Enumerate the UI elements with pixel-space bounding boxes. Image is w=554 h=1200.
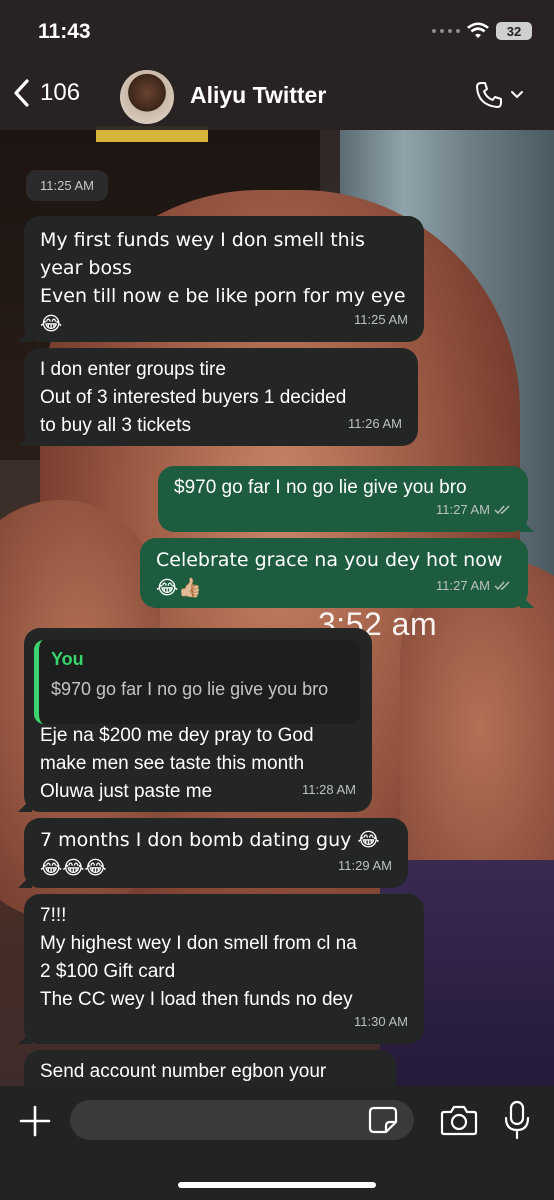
chat-header: 11:43 32 106 Aliyu Twitter bbox=[0, 0, 554, 130]
message-bubble-incoming[interactable]: 7 months I don bomb dating guy 😂 😂😂😂 11:… bbox=[18, 818, 408, 888]
message-time: 11:25 AM bbox=[354, 312, 408, 327]
contact-name[interactable]: Aliyu Twitter bbox=[190, 82, 326, 109]
call-button[interactable] bbox=[474, 80, 524, 110]
status-icons: 32 bbox=[432, 22, 532, 40]
home-indicator bbox=[178, 1182, 376, 1188]
chevron-left-icon bbox=[14, 79, 29, 107]
message-time: 11:30 AM bbox=[354, 1014, 408, 1029]
message-bubble-incoming[interactable]: My first funds wey I don smell this year… bbox=[18, 216, 424, 342]
message-time: 11:29 AM bbox=[338, 858, 392, 873]
camera-icon[interactable] bbox=[440, 1104, 478, 1136]
plus-icon[interactable] bbox=[18, 1104, 52, 1138]
message-bubble-outgoing[interactable]: Celebrate grace na you dey hot now 😂👍🏼 1… bbox=[140, 538, 534, 608]
mic-icon[interactable] bbox=[502, 1100, 532, 1140]
message-time: 11:28 AM bbox=[302, 782, 356, 797]
message-text: Eje na $200 me dey pray to God make men … bbox=[40, 725, 314, 802]
wifi-icon bbox=[467, 22, 489, 38]
signal-dots-icon bbox=[432, 29, 460, 33]
contact-avatar[interactable] bbox=[120, 70, 174, 124]
message-input[interactable] bbox=[70, 1100, 414, 1140]
message-bubble-incoming[interactable]: 7!!! My highest wey I don smell from cl … bbox=[18, 894, 424, 1044]
double-check-icon bbox=[494, 581, 510, 591]
phone-icon bbox=[476, 82, 502, 108]
message-time: 11:26 AM bbox=[348, 416, 402, 431]
double-check-icon bbox=[494, 505, 510, 515]
date-chip: 11:25 AM bbox=[26, 170, 108, 201]
message-bubble-incoming[interactable]: I don enter groups tire Out of 3 interes… bbox=[18, 348, 418, 446]
sticker-icon[interactable] bbox=[368, 1106, 398, 1134]
message-bubble-outgoing[interactable]: $970 go far I no go lie give you bro 11:… bbox=[158, 466, 534, 532]
quoted-message[interactable]: You $970 go far I no go lie give you bro bbox=[34, 640, 360, 724]
message-time: 11:27 AM bbox=[436, 502, 490, 517]
battery-icon: 32 bbox=[496, 22, 532, 40]
message-text: My first funds wey I don smell this year… bbox=[40, 229, 406, 335]
message-bubble-incoming[interactable]: You $970 go far I no go lie give you bro… bbox=[18, 628, 372, 812]
composer-bar bbox=[0, 1086, 554, 1200]
unread-count: 106 bbox=[40, 79, 81, 106]
quoted-author: You bbox=[51, 649, 84, 669]
chevron-down-icon bbox=[511, 91, 523, 99]
message-text: 7!!! My highest wey I don smell from cl … bbox=[40, 905, 357, 1010]
quoted-text: $970 go far I no go lie give you bro bbox=[51, 679, 329, 699]
message-time: 11:27 AM bbox=[436, 578, 490, 593]
status-time: 11:43 bbox=[38, 20, 91, 43]
back-button[interactable]: 106 bbox=[12, 78, 80, 108]
message-text: Send account number egbon your bbox=[40, 1061, 327, 1082]
